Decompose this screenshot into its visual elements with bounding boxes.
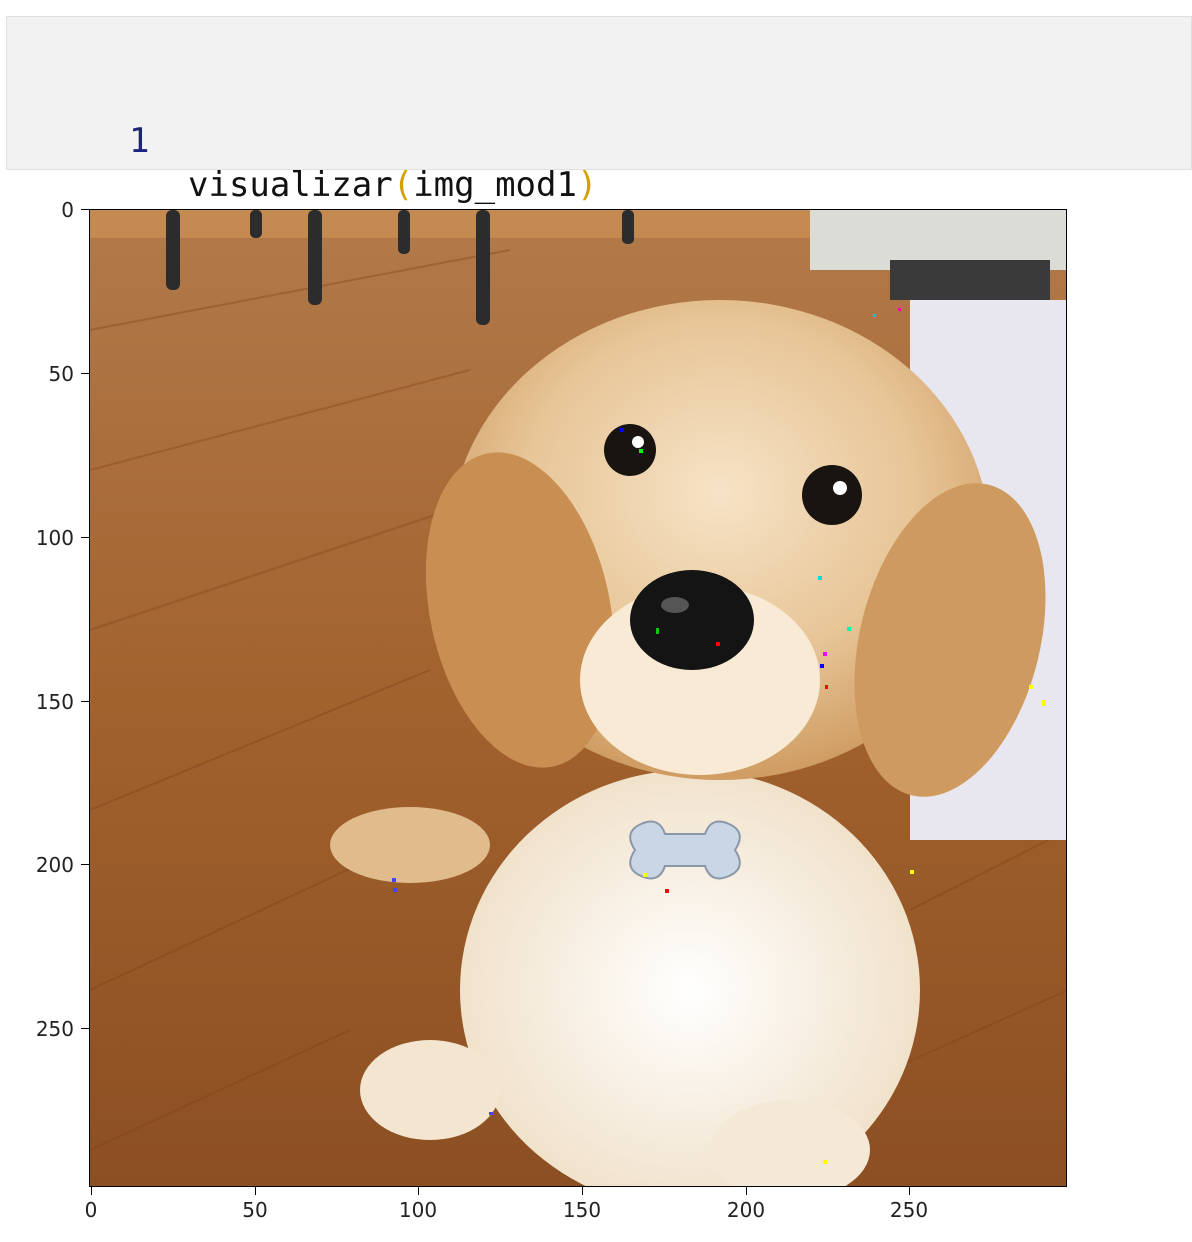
x-tick-label: 150 bbox=[562, 1198, 602, 1222]
function-name: visualizar bbox=[188, 165, 393, 205]
line-number: 1 bbox=[129, 121, 150, 161]
x-tickmark bbox=[418, 1187, 419, 1195]
code-cell[interactable]: 1 visualizar(img_mod1) bbox=[6, 16, 1192, 205]
x-tick-label: 100 bbox=[398, 1198, 438, 1222]
x-tickmark bbox=[746, 1187, 747, 1195]
close-paren: ) bbox=[576, 165, 598, 205]
x-tickmark bbox=[255, 1187, 256, 1195]
y-tick-label: 50 bbox=[48, 362, 74, 386]
y-tick-label: 200 bbox=[35, 853, 74, 877]
y-tickmark bbox=[81, 864, 89, 865]
y-tickmark bbox=[81, 373, 89, 374]
output-image bbox=[89, 209, 1067, 1187]
y-tick-label: 150 bbox=[35, 690, 74, 714]
y-tickmark bbox=[81, 209, 89, 210]
x-tickmark bbox=[909, 1187, 910, 1195]
x-tickmark bbox=[91, 1187, 92, 1195]
y-tick-label: 250 bbox=[35, 1017, 74, 1041]
x-tick-label: 250 bbox=[889, 1198, 929, 1222]
code-text[interactable]: visualizar(img_mod1) bbox=[188, 163, 597, 207]
x-tick-label: 0 bbox=[84, 1198, 98, 1222]
y-tickmark bbox=[81, 701, 89, 702]
argument-name: img_mod1 bbox=[413, 165, 577, 205]
y-tickmark bbox=[81, 1028, 89, 1029]
y-tick-label: 0 bbox=[61, 198, 74, 222]
open-paren: ( bbox=[392, 165, 414, 205]
x-tickmark bbox=[582, 1187, 583, 1195]
x-tick-label: 50 bbox=[242, 1198, 268, 1222]
x-tick-label: 200 bbox=[726, 1198, 766, 1222]
code-line[interactable]: 1 visualizar(img_mod1) bbox=[7, 75, 597, 251]
y-tickmark bbox=[81, 537, 89, 538]
y-tick-label: 100 bbox=[35, 526, 74, 550]
